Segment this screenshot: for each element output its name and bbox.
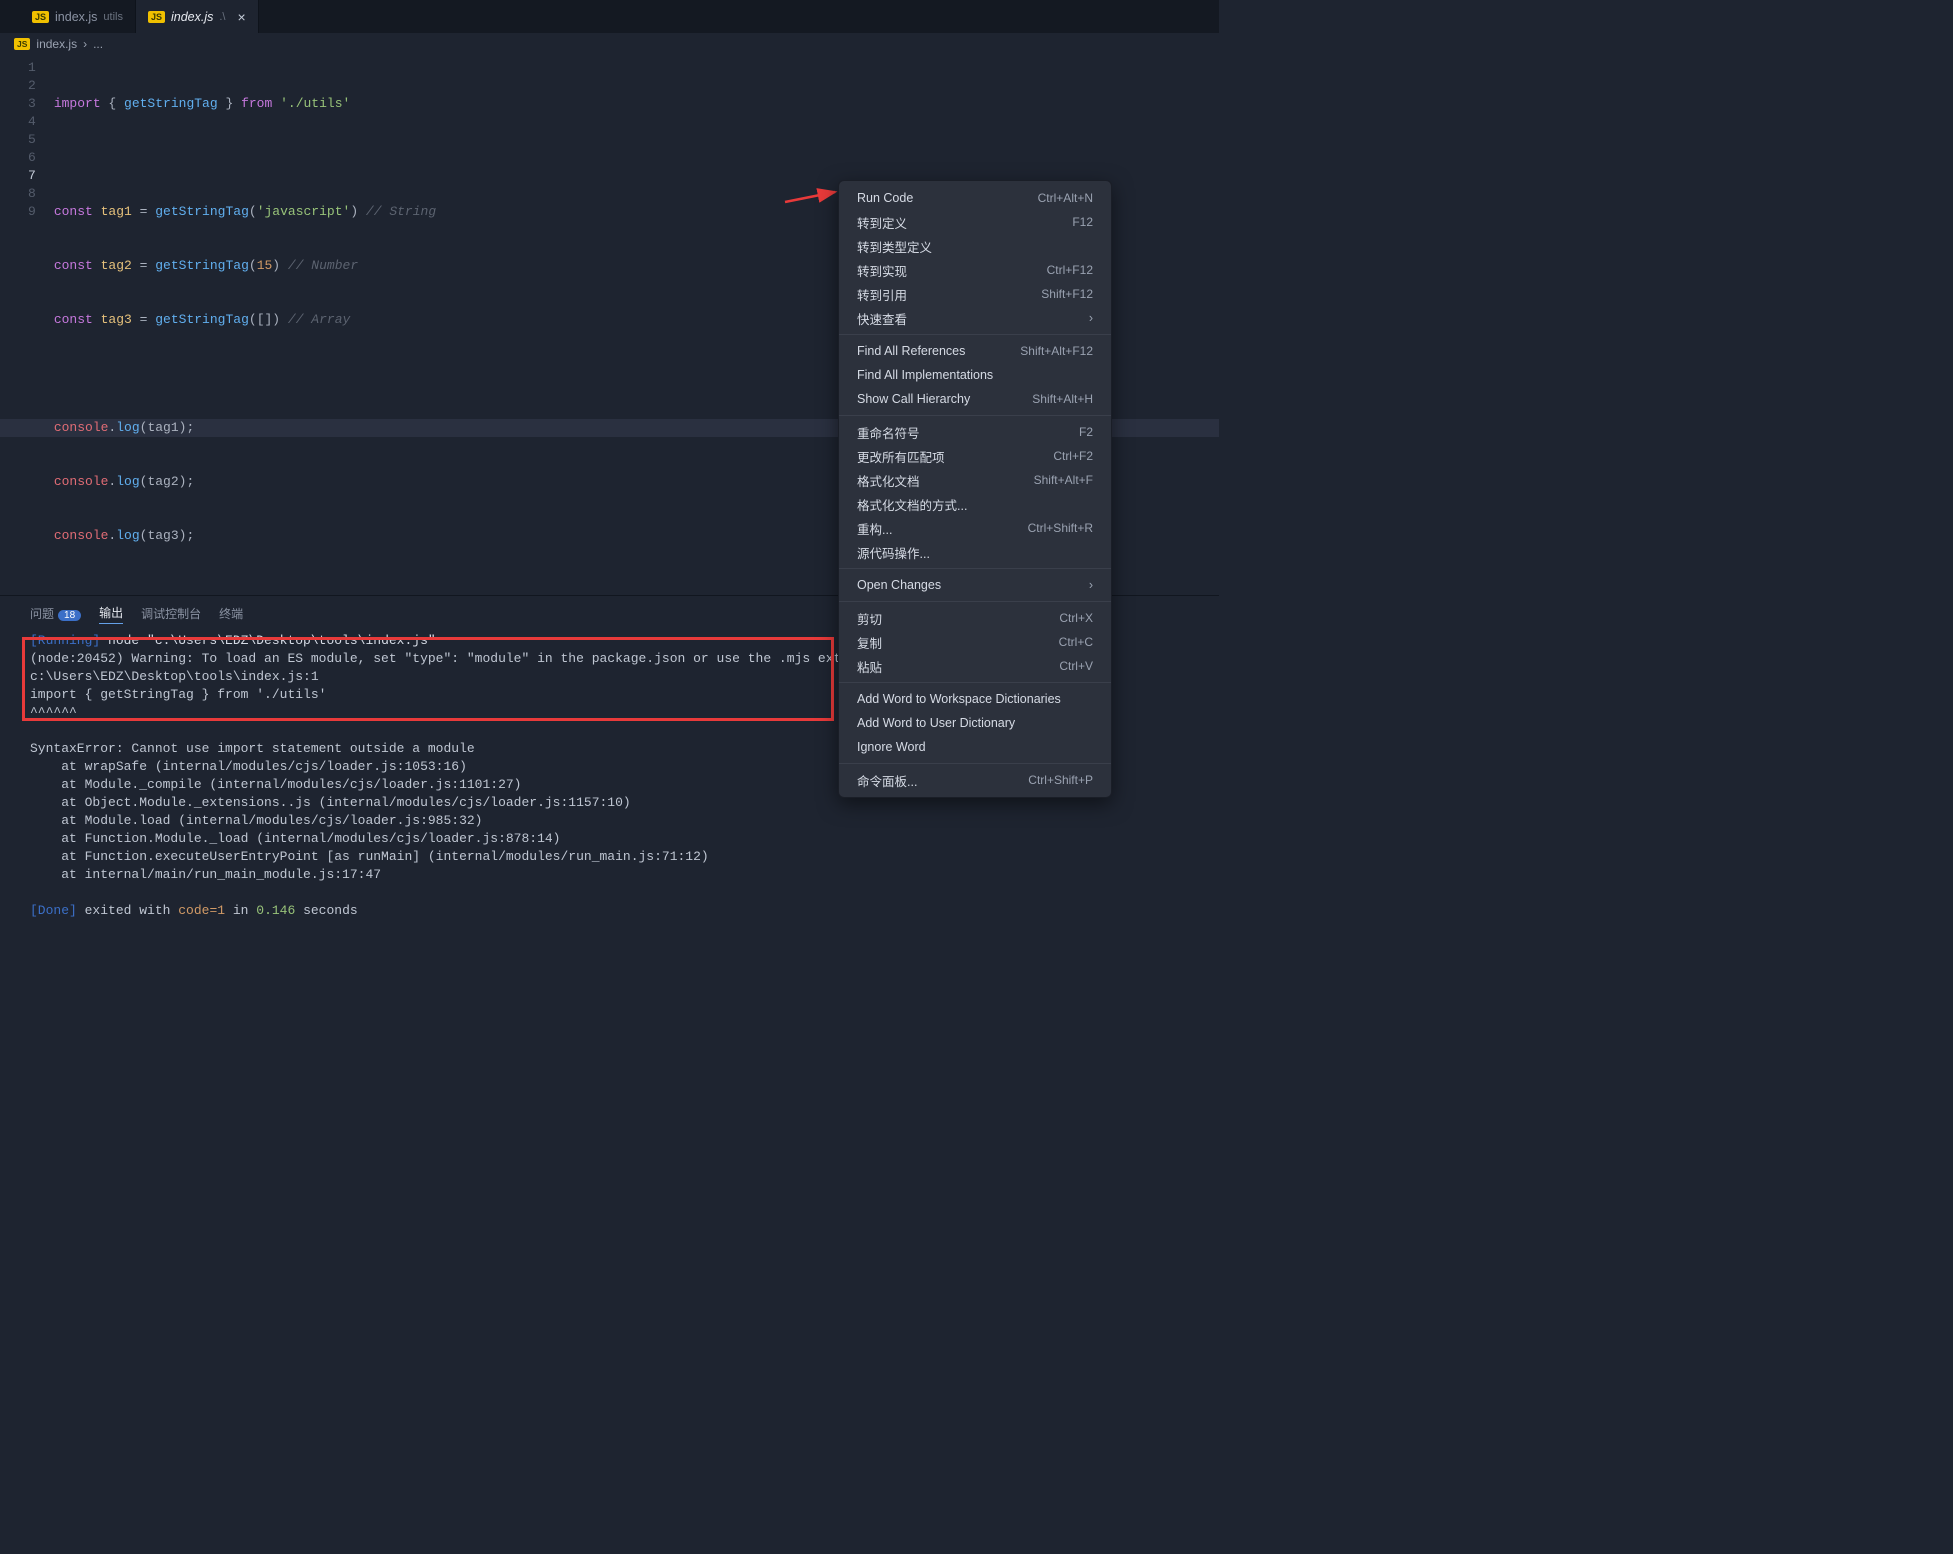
menu-item[interactable]: 粘贴 Ctrl+V: [839, 654, 1111, 678]
menu-separator: [839, 763, 1111, 764]
panel-tab-output[interactable]: 输出: [99, 602, 123, 624]
tab-label: index.js: [55, 10, 97, 24]
menu-item-label: 源代码操作...: [857, 543, 930, 562]
menu-item[interactable]: Find All References Shift+Alt+F12: [839, 339, 1111, 363]
line-number: 5: [28, 131, 36, 149]
menu-item-label: 命令面板...: [857, 771, 917, 790]
menu-item-shortcut: Ctrl+Shift+R: [1028, 521, 1093, 535]
menu-item-label: 更改所有匹配项: [857, 447, 945, 466]
menu-item-label: 复制: [857, 633, 882, 652]
menu-separator: [839, 682, 1111, 683]
menu-item-label: Add Word to Workspace Dictionaries: [857, 692, 1061, 706]
js-icon: JS: [148, 11, 165, 23]
menu-separator: [839, 334, 1111, 335]
menu-item[interactable]: 转到实现 Ctrl+F12: [839, 258, 1111, 282]
line-gutter: 1 2 3 4 5 6 7 8 9: [0, 59, 54, 581]
menu-item-label: 转到定义: [857, 213, 907, 232]
menu-item-shortcut: Shift+F12: [1041, 287, 1093, 301]
menu-item[interactable]: 转到定义 F12: [839, 210, 1111, 234]
menu-item-shortcut: F12: [1072, 215, 1093, 229]
menu-item-label: 粘贴: [857, 657, 882, 676]
menu-item[interactable]: 复制 Ctrl+C: [839, 630, 1111, 654]
chevron-right-icon: ›: [83, 37, 87, 51]
line-number: 1: [28, 59, 36, 77]
menu-item-label: 剪切: [857, 609, 882, 628]
breadcrumb-file: index.js: [36, 37, 77, 51]
tab-label: index.js: [171, 10, 213, 24]
editor-tab-bar: JS index.js utils JS index.js .\ ×: [0, 0, 1219, 33]
menu-item-shortcut: Ctrl+V: [1059, 659, 1093, 673]
menu-item-label: Ignore Word: [857, 740, 926, 754]
tab-sublabel: .\: [219, 11, 225, 23]
line-number: 9: [28, 203, 36, 221]
panel-tab-problems[interactable]: 问题18: [30, 603, 81, 624]
close-icon[interactable]: ×: [238, 9, 246, 25]
editor-tab-utils[interactable]: JS index.js utils: [20, 0, 136, 33]
menu-item-shortcut: Ctrl+X: [1059, 611, 1093, 625]
line-number: 4: [28, 113, 36, 131]
line-number: 8: [28, 185, 36, 203]
menu-item-shortcut: Ctrl+F2: [1053, 449, 1093, 463]
breadcrumb[interactable]: JS index.js › ...: [0, 33, 1219, 55]
menu-item[interactable]: Run Code Ctrl+Alt+N: [839, 186, 1111, 210]
menu-separator: [839, 601, 1111, 602]
menu-item[interactable]: 格式化文档 Shift+Alt+F: [839, 468, 1111, 492]
line-number: 7: [28, 167, 36, 185]
context-menu: Run Code Ctrl+Alt+N 转到定义 F12 转到类型定义转到实现 Ctrl+…: [838, 180, 1112, 798]
menu-item-label: 转到实现: [857, 261, 907, 280]
menu-separator: [839, 415, 1111, 416]
breadcrumb-dots: ...: [93, 37, 103, 51]
panel-tab-terminal[interactable]: 终端: [219, 603, 243, 624]
menu-item-label: 快速查看: [857, 309, 907, 328]
chevron-right-icon: ›: [1089, 578, 1093, 592]
menu-item[interactable]: Find All Implementations: [839, 363, 1111, 387]
problems-badge: 18: [58, 610, 81, 621]
editor-tab-root[interactable]: JS index.js .\ ×: [136, 0, 259, 33]
menu-item-shortcut: Shift+Alt+F12: [1020, 344, 1093, 358]
js-icon: JS: [14, 38, 30, 50]
tab-sublabel: utils: [103, 11, 123, 23]
menu-item[interactable]: 重构... Ctrl+Shift+R: [839, 516, 1111, 540]
menu-item-label: Find All Implementations: [857, 368, 993, 382]
menu-item-label: Run Code: [857, 191, 913, 205]
menu-item-label: 重命名符号: [857, 423, 920, 442]
line-number: 6: [28, 149, 36, 167]
menu-item-shortcut: Ctrl+Shift+P: [1028, 773, 1093, 787]
menu-item[interactable]: Add Word to User Dictionary: [839, 711, 1111, 735]
js-icon: JS: [32, 11, 49, 23]
menu-item[interactable]: Add Word to Workspace Dictionaries: [839, 687, 1111, 711]
menu-item[interactable]: 快速查看 ›: [839, 306, 1111, 330]
menu-item[interactable]: 更改所有匹配项 Ctrl+F2: [839, 444, 1111, 468]
menu-item-shortcut: Shift+Alt+F: [1034, 473, 1093, 487]
menu-item-label: Add Word to User Dictionary: [857, 716, 1015, 730]
menu-item-label: 转到类型定义: [857, 237, 932, 256]
menu-item[interactable]: Ignore Word: [839, 735, 1111, 759]
menu-item-label: 转到引用: [857, 285, 907, 304]
menu-item-shortcut: Ctrl+C: [1059, 635, 1093, 649]
menu-separator: [839, 568, 1111, 569]
menu-item[interactable]: 命令面板... Ctrl+Shift+P: [839, 768, 1111, 792]
menu-item-shortcut: Ctrl+Alt+N: [1038, 191, 1093, 205]
menu-item-label: Find All References: [857, 344, 965, 358]
line-number: 2: [28, 77, 36, 95]
menu-item-shortcut: Shift+Alt+H: [1032, 392, 1093, 406]
menu-item-shortcut: Ctrl+F12: [1047, 263, 1093, 277]
menu-item-shortcut: F2: [1079, 425, 1093, 439]
menu-item[interactable]: Open Changes ›: [839, 573, 1111, 597]
menu-item[interactable]: 源代码操作...: [839, 540, 1111, 564]
menu-item[interactable]: Show Call Hierarchy Shift+Alt+H: [839, 387, 1111, 411]
menu-item-label: Open Changes: [857, 578, 941, 592]
menu-item[interactable]: 重命名符号 F2: [839, 420, 1111, 444]
menu-item-label: 重构...: [857, 519, 892, 538]
menu-item[interactable]: 剪切 Ctrl+X: [839, 606, 1111, 630]
menu-item-label: 格式化文档的方式...: [857, 495, 967, 514]
panel-tab-debug[interactable]: 调试控制台: [141, 603, 201, 624]
menu-item-label: Show Call Hierarchy: [857, 392, 970, 406]
menu-item[interactable]: 转到类型定义: [839, 234, 1111, 258]
chevron-right-icon: ›: [1089, 311, 1093, 325]
menu-item[interactable]: 格式化文档的方式...: [839, 492, 1111, 516]
line-number: 3: [28, 95, 36, 113]
menu-item[interactable]: 转到引用 Shift+F12: [839, 282, 1111, 306]
menu-item-label: 格式化文档: [857, 471, 920, 490]
